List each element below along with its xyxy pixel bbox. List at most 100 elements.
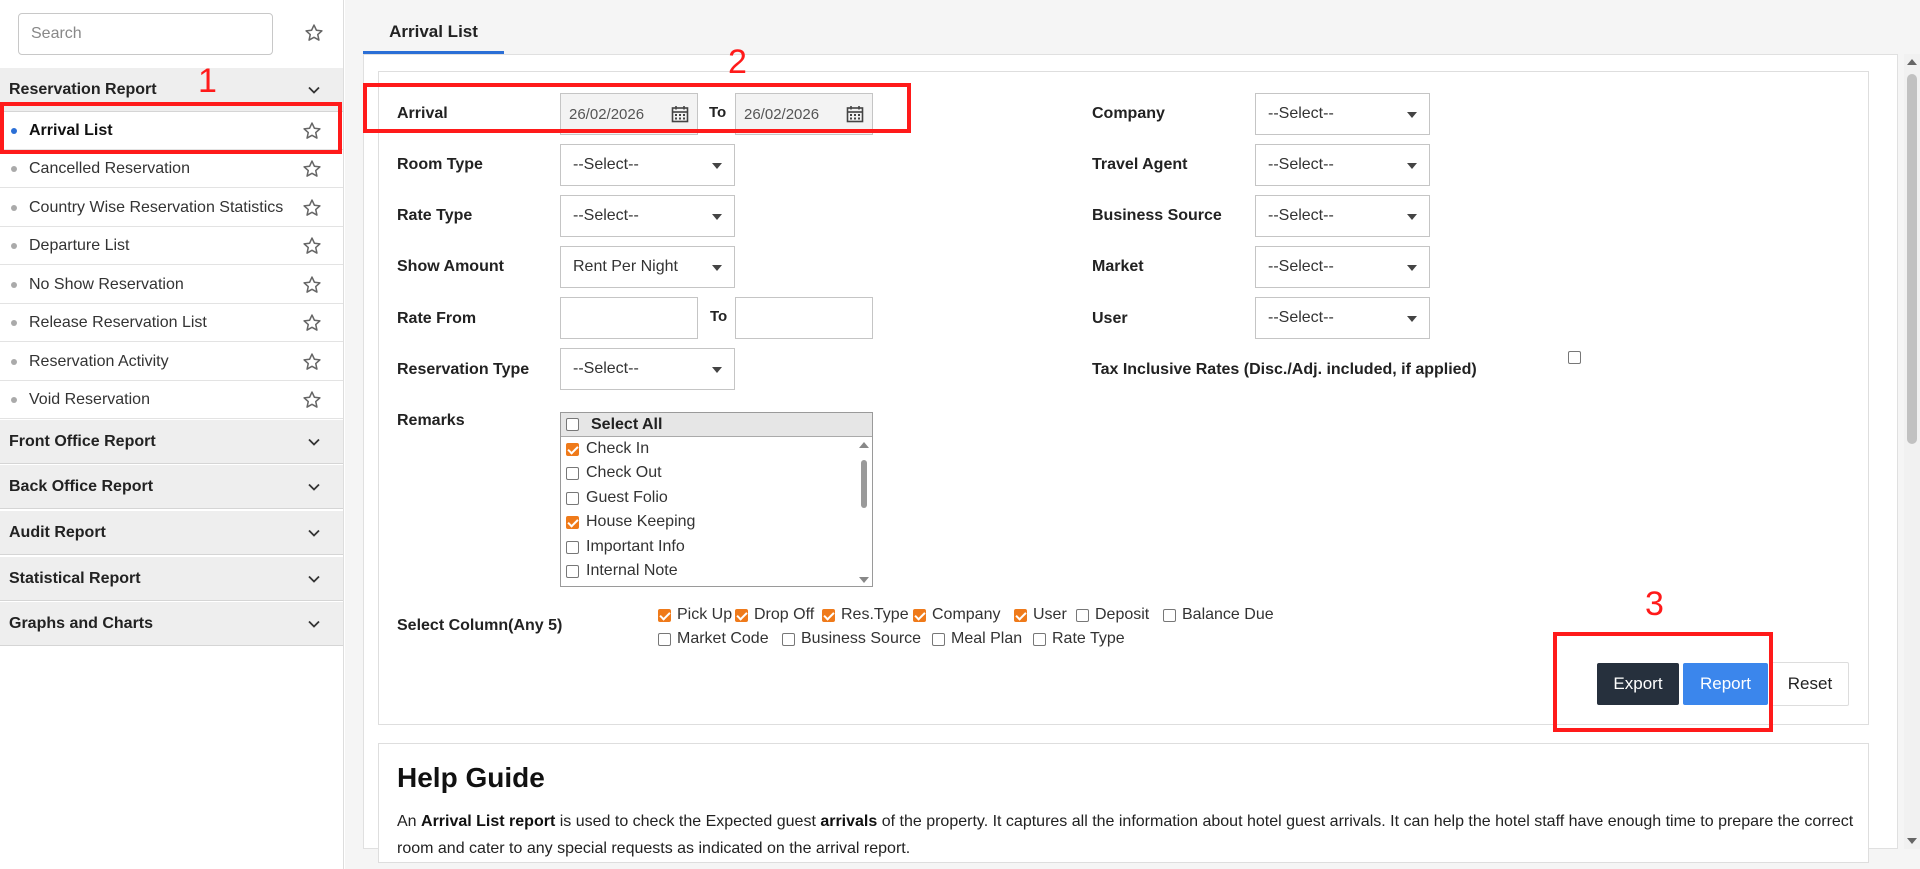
scroll-down-arrow-icon[interactable] [1907,837,1917,845]
checkbox[interactable] [566,540,579,554]
section-audit-report[interactable]: Audit Report [0,511,343,555]
user-select[interactable]: --Select-- [1255,297,1430,339]
caret-down-icon [712,214,722,220]
column-option-business-source[interactable]: Business Source [782,630,921,648]
star-icon[interactable] [301,312,323,334]
column-option-balance-due[interactable]: Balance Due [1163,606,1274,624]
search-wrap [18,13,273,55]
section-back-office-report[interactable]: Back Office Report [0,465,343,509]
remark-item[interactable]: Guest Folio [566,487,668,509]
star-icon[interactable] [301,389,323,411]
checkbox[interactable] [782,632,795,646]
market-value: --Select-- [1268,258,1334,275]
tax-inclusive-checkbox[interactable] [1568,351,1581,364]
sidebar-item-cancelled-reservation[interactable]: Cancelled Reservation [0,150,343,188]
column-option-drop-off[interactable]: Drop Off [735,606,814,624]
column-option-meal-plan[interactable]: Meal Plan [932,630,1022,648]
column-label: Rate Type [1052,630,1125,647]
business-source-select[interactable]: --Select-- [1255,195,1430,237]
section-title: Reservation Report [9,80,157,98]
sidebar-item-void-reservation[interactable]: Void Reservation [0,381,343,419]
reset-button[interactable]: Reset [1771,662,1849,706]
column-label: Pick Up [677,606,733,623]
scroll-up-arrow-icon[interactable] [1907,58,1917,66]
checkbox[interactable] [566,515,579,529]
checkbox[interactable] [566,491,579,505]
section-front-office-report[interactable]: Front Office Report [0,420,343,464]
column-option-res-type[interactable]: Res.Type [822,606,909,624]
remark-item[interactable]: Check Out [566,462,662,484]
annotation-box-2 [363,83,911,133]
checkbox[interactable] [566,442,579,456]
star-icon[interactable] [301,158,323,180]
remark-label: Check Out [586,464,662,481]
company-select[interactable]: --Select-- [1255,93,1430,135]
sidebar-item-release-reservation[interactable]: Release Reservation List [0,304,343,342]
sidebar-item-country-wise[interactable]: Country Wise Reservation Statistics [0,189,343,227]
bullet-icon [11,204,17,211]
column-label: Meal Plan [951,630,1023,647]
page-scrollbar[interactable] [1904,54,1920,849]
checkbox[interactable] [1076,608,1089,622]
select-column-label: Select Column(Any 5) [397,617,563,634]
column-option-deposit[interactable]: Deposit [1076,606,1149,624]
reservation-type-select[interactable]: --Select-- [560,348,735,390]
column-option-user[interactable]: User [1014,606,1067,624]
remark-item[interactable]: Internal Note [566,560,678,582]
column-option-market-code[interactable]: Market Code [658,630,769,648]
rate-type-label: Rate Type [397,207,473,224]
remarks-scrollbar[interactable] [858,440,870,585]
sidebar-item-reservation-activity[interactable]: Reservation Activity [0,343,343,381]
star-icon[interactable] [301,351,323,373]
checkbox[interactable] [913,608,926,622]
select-all-row[interactable]: Select All [561,413,872,437]
remark-item[interactable]: House Keeping [566,511,695,533]
checkbox[interactable] [566,466,579,480]
market-select[interactable]: --Select-- [1255,246,1430,288]
star-icon[interactable] [301,235,323,257]
checkbox[interactable] [658,632,671,646]
checkbox[interactable] [1163,608,1176,622]
bullet-icon [11,165,17,172]
rate-from-input[interactable] [560,297,698,339]
search-input[interactable] [18,13,273,55]
star-icon[interactable] [301,197,323,219]
column-option-rate-type[interactable]: Rate Type [1033,630,1125,648]
scrollbar-thumb[interactable] [1907,74,1917,444]
caret-down-icon [712,163,722,169]
rate-type-select[interactable]: --Select-- [560,195,735,237]
section-statistical-report[interactable]: Statistical Report [0,557,343,601]
room-type-value: --Select-- [573,156,639,173]
section-graphs-and-charts[interactable]: Graphs and Charts [0,602,343,646]
remarks-listbox[interactable]: Select All Check In Check Out Guest Foli… [560,412,873,587]
checkbox[interactable] [735,608,748,622]
checkbox[interactable] [932,632,945,646]
column-option-pick-up[interactable]: Pick Up [658,606,732,624]
select-all-checkbox[interactable] [566,418,579,431]
checkbox[interactable] [566,564,579,578]
remark-label: Internal Note [586,562,678,579]
checkbox[interactable] [822,608,835,622]
favorites-star-icon[interactable] [303,22,325,44]
help-text: An Arrival List report is used to check … [397,808,1857,862]
annotation-box-1 [0,102,342,154]
help-text-bold: Arrival List report [421,813,556,830]
travel-agent-select[interactable]: --Select-- [1255,144,1430,186]
checkbox[interactable] [1014,608,1027,622]
sidebar-item-label: No Show Reservation [29,275,184,293]
sidebar-item-label: Country Wise Reservation Statistics [29,198,284,216]
tax-inclusive-label: Tax Inclusive Rates (Disc./Adj. included… [1092,361,1477,378]
room-type-select[interactable]: --Select-- [560,144,735,186]
checkbox[interactable] [1033,632,1046,646]
sidebar-item-no-show[interactable]: No Show Reservation [0,266,343,304]
remark-item[interactable]: Important Info [566,536,685,558]
sidebar-item-departure-list[interactable]: Departure List [0,227,343,265]
column-option-company[interactable]: Company [913,606,1000,624]
remark-item[interactable]: Check In [566,438,649,460]
show-amount-select[interactable]: Rent Per Night [560,246,735,288]
user-label: User [1092,310,1128,327]
tab-arrival-list[interactable]: Arrival List [363,12,504,54]
star-icon[interactable] [301,274,323,296]
checkbox[interactable] [658,608,671,622]
rate-to-input[interactable] [735,297,873,339]
